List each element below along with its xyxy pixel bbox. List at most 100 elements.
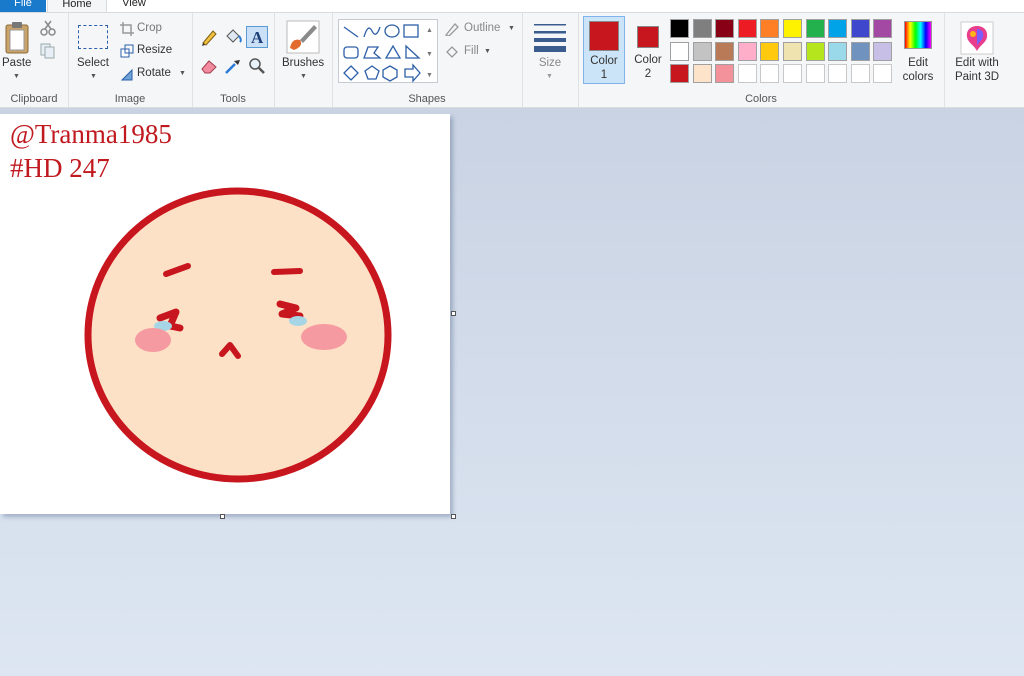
palette-swatch[interactable] [692, 19, 712, 38]
rotate-button[interactable]: Rotate ▼ [120, 66, 190, 82]
size-button[interactable]: Size ▼ [528, 19, 572, 89]
resize-handle-corner[interactable] [451, 514, 456, 519]
face-drawing [84, 187, 392, 483]
color1-label: Color [590, 55, 618, 67]
resize-button[interactable]: Resize [120, 43, 186, 59]
cut-icon[interactable] [40, 20, 56, 36]
palette-swatch[interactable] [873, 41, 893, 61]
colors-group-label: Colors [745, 93, 777, 105]
right-blush [301, 324, 347, 350]
palette-swatch[interactable] [715, 19, 735, 38]
tools-group-label: Tools [220, 93, 246, 105]
eraser-icon[interactable] [200, 57, 218, 75]
fill-bucket-icon[interactable] [223, 27, 243, 47]
image-group-label: Image [114, 93, 146, 105]
fill-bucket-icon [446, 46, 458, 58]
svg-text:▲: ▲ [426, 27, 433, 34]
brushes-button[interactable]: Brushes ▼ [278, 17, 328, 87]
chevron-down-icon: ▼ [508, 25, 515, 32]
svg-text:▼: ▼ [426, 51, 433, 58]
copy-icon[interactable] [40, 43, 56, 59]
color1-number: 1 [600, 69, 608, 81]
tools-group: A Tools [192, 13, 275, 107]
palette-swatch[interactable] [760, 19, 780, 38]
palette-swatch[interactable] [783, 41, 802, 61]
palette-swatch[interactable] [737, 19, 757, 38]
tab-view[interactable]: View [108, 0, 160, 12]
brushes-label: Brushes [282, 57, 325, 69]
palette-swatch[interactable] [737, 64, 757, 83]
color1-button[interactable]: Color 1 [583, 16, 625, 84]
chevron-down-icon: ▼ [546, 73, 553, 80]
palette-swatch[interactable] [692, 41, 712, 61]
right-tear [289, 316, 307, 326]
palette-swatch[interactable] [783, 64, 802, 83]
outline-pen-icon [444, 23, 459, 36]
palette-swatch[interactable] [670, 64, 689, 83]
shapes-group-label: Shapes [408, 93, 446, 105]
resize-label: Resize [137, 44, 173, 56]
select-label: Select [77, 57, 109, 69]
paint3d-icon [960, 21, 994, 55]
palette-swatch[interactable] [670, 19, 689, 38]
brush-icon [286, 20, 320, 54]
palette-swatch[interactable] [715, 64, 735, 83]
chevron-down-icon: ▼ [13, 73, 20, 80]
outline-label: Outline [464, 22, 501, 34]
palette-swatch[interactable] [873, 19, 893, 38]
edit-colors-button[interactable]: Edit colors [898, 17, 942, 87]
tab-file[interactable]: File [0, 0, 46, 12]
paste-label: Paste [2, 57, 32, 69]
fill-button[interactable]: Fill ▼ [444, 44, 504, 60]
line-size-icon [534, 24, 566, 52]
crop-button[interactable]: Crop [120, 21, 186, 37]
ribbon: Paste ▼ Clipboard Select ▼ Crop Resize R… [0, 12, 1024, 108]
chevron-down-icon: ▼ [90, 73, 97, 80]
palette-swatch[interactable] [850, 64, 870, 83]
edit-colors-line2: colors [902, 71, 934, 83]
palette-swatch[interactable] [715, 41, 735, 61]
palette-swatch[interactable] [873, 64, 893, 83]
brushes-group: Brushes ▼ [274, 13, 333, 107]
palette-swatch[interactable] [805, 41, 825, 61]
text-tool[interactable]: A [246, 26, 268, 48]
select-button[interactable]: Select ▼ [72, 19, 114, 85]
palette-swatch[interactable] [828, 41, 848, 61]
resize-icon [120, 44, 134, 58]
rainbow-palette-icon [904, 21, 932, 49]
clipboard-group: Paste ▼ Clipboard [0, 13, 69, 107]
resize-handle-bottom[interactable] [220, 514, 225, 519]
palette-swatch[interactable] [670, 41, 689, 61]
palette-swatch[interactable] [850, 19, 870, 38]
left-blush [135, 328, 171, 352]
palette-swatch[interactable] [828, 64, 848, 83]
select-rectangle-icon [78, 25, 108, 49]
magnifier-icon[interactable] [248, 57, 266, 75]
palette-swatch[interactable] [737, 41, 757, 61]
drawing-canvas[interactable]: @Tranma1985 #HD 247 [0, 114, 450, 514]
edit-with-paint3d-button[interactable]: Edit with Paint 3D [946, 17, 1008, 89]
palette-swatch[interactable] [805, 64, 825, 83]
palette-swatch[interactable] [850, 41, 870, 61]
palette-swatch[interactable] [692, 64, 712, 83]
palette-swatch[interactable] [805, 19, 825, 38]
fill-label: Fill [464, 45, 479, 57]
shapes-gallery[interactable]: ▲ ▼ ▼ [338, 19, 438, 83]
right-eye [276, 300, 304, 320]
palette-swatch[interactable] [828, 19, 848, 38]
rotate-icon [120, 68, 133, 81]
edit-colors-line1: Edit [908, 57, 928, 69]
color-picker-icon[interactable] [224, 57, 242, 75]
palette-swatch[interactable] [760, 64, 780, 83]
chevron-down-icon: ▼ [484, 48, 491, 55]
color2-swatch [637, 26, 659, 48]
color2-button[interactable]: Color 2 [628, 16, 670, 84]
image-group: Select ▼ Crop Resize Rotate ▼ Image [68, 13, 193, 107]
pencil-icon[interactable] [200, 28, 218, 46]
crop-label: Crop [137, 22, 162, 34]
palette-swatch[interactable] [760, 41, 780, 61]
paste-button[interactable]: Paste ▼ [0, 19, 34, 85]
resize-handle-right[interactable] [451, 311, 456, 316]
outline-button[interactable]: Outline ▼ [444, 21, 522, 37]
palette-swatch[interactable] [783, 19, 802, 38]
